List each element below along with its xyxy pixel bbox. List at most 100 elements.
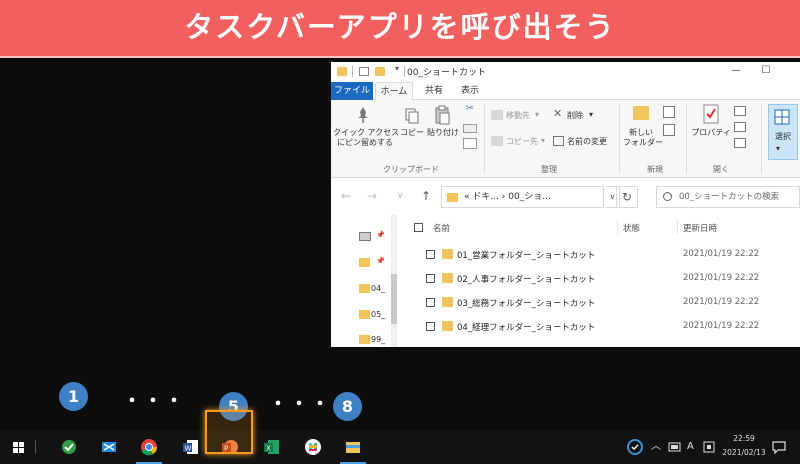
row-checkbox[interactable] bbox=[426, 298, 435, 307]
divider bbox=[484, 104, 485, 174]
divider bbox=[617, 220, 618, 234]
network-globe-icon[interactable] bbox=[626, 438, 644, 456]
back-icon[interactable]: ← bbox=[341, 189, 351, 203]
tab-share[interactable]: 共有 bbox=[419, 82, 449, 100]
new-folder-button[interactable]: 新しい フォルダー bbox=[623, 128, 663, 148]
cut-icon[interactable]: ✂ bbox=[463, 104, 477, 114]
quick-access-icon[interactable] bbox=[359, 232, 371, 241]
pin-quick-access-button[interactable]: クイック アクセス にピン留めする bbox=[333, 128, 399, 148]
remote-desktop-icon[interactable] bbox=[96, 434, 122, 460]
chevron-down-icon: ▾ bbox=[589, 110, 594, 119]
properties-icon bbox=[703, 104, 719, 124]
paste-icon bbox=[435, 105, 450, 125]
clock[interactable]: 22:59 2021/02/13 bbox=[722, 432, 766, 460]
copy-to-button[interactable]: コピー先 bbox=[506, 137, 538, 147]
nav-item[interactable]: 99_ bbox=[371, 335, 385, 344]
tab-file[interactable]: ファイル bbox=[331, 82, 373, 100]
notification-toggle-icon[interactable] bbox=[703, 441, 715, 453]
windows-start-icon[interactable] bbox=[6, 434, 32, 460]
address-input[interactable]: « ドキ... › 00_ショ... bbox=[441, 186, 604, 208]
paste-button[interactable]: 貼り付け bbox=[427, 128, 459, 138]
properties-qa-icon[interactable] bbox=[359, 67, 369, 76]
clipboard-group-label: クリップボード bbox=[383, 165, 439, 174]
file-date: 2021/01/19 22:22 bbox=[683, 249, 760, 259]
edit-icon[interactable] bbox=[734, 122, 746, 132]
select-icon bbox=[774, 109, 790, 125]
new-item-icon[interactable] bbox=[663, 106, 675, 118]
rename-icon bbox=[553, 136, 564, 146]
file-date: 2021/01/19 22:22 bbox=[683, 273, 760, 283]
copy-icon bbox=[405, 108, 419, 124]
divider bbox=[686, 104, 687, 174]
file-name: 04_経理フォルダー_ショートカット bbox=[457, 323, 596, 333]
qa-dropdown-icon[interactable]: ▾ bbox=[395, 64, 399, 73]
open-group-label: 開く bbox=[713, 165, 729, 174]
slack-icon[interactable] bbox=[300, 434, 326, 460]
tab-view[interactable]: 表示 bbox=[455, 82, 485, 100]
file-name: 02_人事フォルダー_ショートカット bbox=[457, 275, 596, 285]
history-icon[interactable] bbox=[734, 138, 746, 148]
shortcut-folder-icon bbox=[442, 321, 453, 331]
row-checkbox[interactable] bbox=[426, 322, 435, 331]
excel-icon[interactable]: X bbox=[259, 434, 285, 460]
rename-button[interactable]: 名前の変更 bbox=[567, 137, 607, 147]
folder-icon bbox=[447, 193, 458, 202]
nav-item[interactable]: 05_ bbox=[371, 310, 385, 319]
ellipsis-right: ・・・ bbox=[269, 394, 332, 415]
ime-mode[interactable]: A bbox=[687, 430, 694, 464]
copy-path-icon[interactable] bbox=[463, 124, 477, 133]
move-to-icon bbox=[491, 110, 503, 120]
column-date[interactable]: 更新日時 bbox=[683, 222, 717, 234]
search-icon bbox=[663, 192, 672, 201]
row-checkbox[interactable] bbox=[426, 274, 435, 283]
address-path: « ドキ... › 00_ショ... bbox=[464, 192, 551, 202]
action-center-icon[interactable] bbox=[772, 440, 786, 454]
search-input[interactable]: 00_ショートカットの検索 bbox=[656, 186, 800, 208]
move-to-button[interactable]: 移動先 bbox=[506, 111, 530, 121]
divider bbox=[35, 440, 36, 454]
select-button[interactable]: 選択 bbox=[769, 132, 797, 142]
nav-item[interactable]: 04_ bbox=[371, 284, 385, 293]
organize-group-label: 整理 bbox=[541, 165, 557, 174]
chrome-icon[interactable] bbox=[136, 434, 162, 460]
easy-access-icon[interactable] bbox=[663, 124, 675, 136]
ribbon: クイック アクセス にピン留めする コピー 貼り付け ✂ クリップボード 移動先… bbox=[331, 100, 800, 178]
new-group-label: 新規 bbox=[647, 165, 663, 174]
row-checkbox[interactable] bbox=[426, 250, 435, 259]
clock-date: 2021/02/13 bbox=[722, 448, 766, 457]
word-icon[interactable]: W bbox=[178, 434, 204, 460]
open-icon[interactable] bbox=[734, 106, 746, 116]
navigation-pane[interactable]: 📌 📌 04_ 05_ 99_ bbox=[331, 214, 397, 347]
delete-button[interactable]: 削除 bbox=[567, 111, 583, 121]
file-explorer-window[interactable]: ▾ 00_ショートカット — ☐ ファイル ホーム 共有 表示 クイック アクセ… bbox=[331, 62, 800, 347]
file-explorer-icon[interactable] bbox=[340, 434, 366, 460]
file-list[interactable]: 名前 状態 更新日時 01_営業フォルダー_ショートカット 2021/01/19… bbox=[397, 214, 800, 347]
green-check-app-icon[interactable] bbox=[56, 434, 82, 460]
screen: タスクバーアプリを呼び出そう ▾ 00_ショートカット — ☐ ファイル ホーム… bbox=[0, 0, 800, 464]
properties-button[interactable]: プロパティ bbox=[691, 128, 731, 138]
powerpoint-highlight bbox=[205, 410, 253, 454]
forward-icon[interactable]: → bbox=[367, 189, 377, 203]
divider bbox=[404, 66, 405, 77]
new-folder-qa-icon[interactable] bbox=[375, 67, 385, 76]
paste-shortcut-icon[interactable] bbox=[463, 138, 477, 149]
chevron-up-icon[interactable]: ︿ bbox=[651, 430, 661, 464]
minimize-icon[interactable]: — bbox=[727, 63, 745, 79]
maximize-icon[interactable]: ☐ bbox=[757, 63, 775, 79]
file-name: 03_総務フォルダー_ショートカット bbox=[457, 299, 596, 309]
window-titlebar[interactable]: ▾ 00_ショートカット — ☐ bbox=[331, 62, 800, 82]
shortcut-folder-icon bbox=[442, 249, 453, 259]
chevron-down-icon: ▾ bbox=[541, 136, 546, 145]
up-icon[interactable]: ↑ bbox=[421, 189, 431, 203]
select-all-checkbox[interactable] bbox=[414, 223, 423, 232]
file-date: 2021/01/19 22:22 bbox=[683, 321, 760, 331]
recent-chevron-icon[interactable]: ∨ bbox=[397, 191, 404, 201]
battery-icon[interactable] bbox=[668, 442, 682, 452]
refresh-icon[interactable]: ↻ bbox=[616, 186, 638, 208]
tab-home[interactable]: ホーム bbox=[375, 82, 413, 100]
file-date: 2021/01/19 22:22 bbox=[683, 297, 760, 307]
column-status[interactable]: 状態 bbox=[623, 222, 640, 234]
chevron-down-icon: ▾ bbox=[776, 144, 781, 153]
column-name[interactable]: 名前 bbox=[433, 222, 450, 234]
copy-button[interactable]: コピー bbox=[399, 128, 425, 138]
